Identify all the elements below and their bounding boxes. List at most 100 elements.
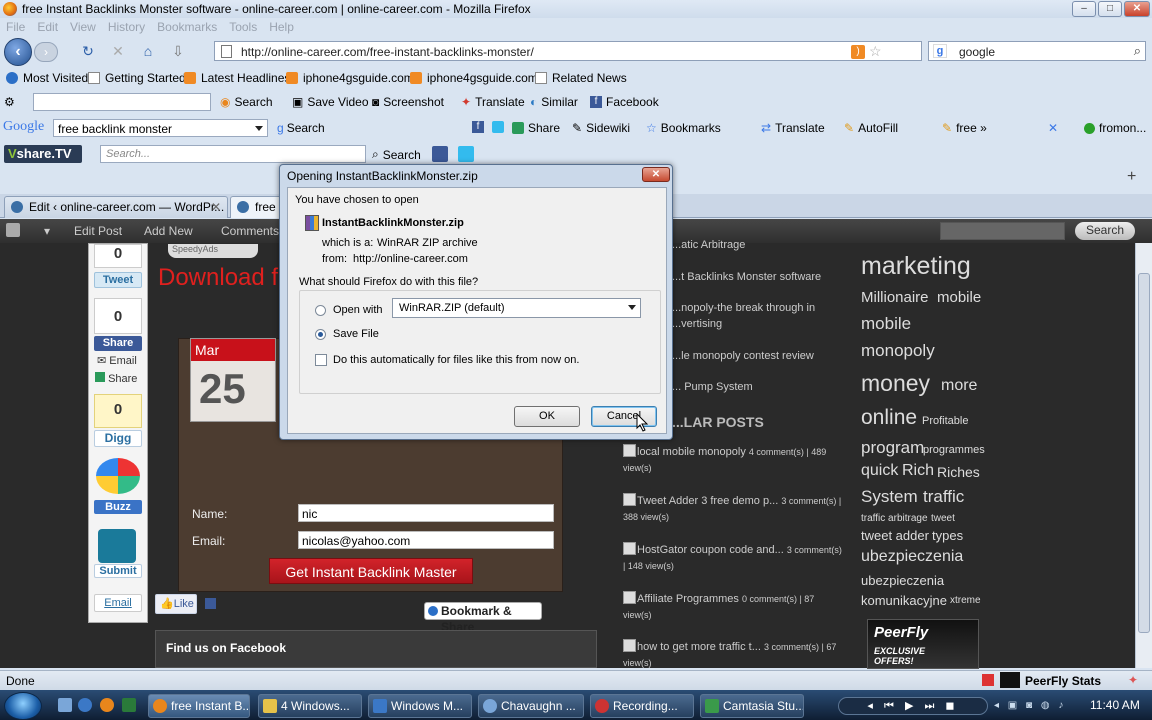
tag-mobile[interactable]: mobile xyxy=(937,289,981,306)
menu-help[interactable]: Help xyxy=(269,20,294,34)
save-file-label[interactable]: Save File xyxy=(333,328,379,340)
facebook-button[interactable]: f Facebook xyxy=(590,95,659,109)
comments-link[interactable]: Comments xyxy=(221,224,279,238)
minimize-button[interactable]: – xyxy=(1072,1,1096,17)
submit-button[interactable]: Submit xyxy=(94,564,142,578)
menu-edit[interactable]: Edit xyxy=(37,20,58,34)
tag-ubezpieczenia[interactable]: ubezpieczenia xyxy=(861,548,963,566)
share-button[interactable]: Share xyxy=(512,121,560,135)
popular-post-3[interactable]: HostGator coupon code and... 3 comment(s… xyxy=(623,542,843,574)
bookmark-iphone4gsguide-2[interactable]: iphone4gsguide.com xyxy=(410,71,538,85)
email-button[interactable]: Email xyxy=(94,594,142,612)
tag-komunikacyjne[interactable]: komunikacyjne xyxy=(861,593,947,608)
new-tab-icon[interactable]: + xyxy=(1127,168,1136,186)
bookmark-getting-started[interactable]: Getting Started xyxy=(88,71,186,85)
edit-post-link[interactable]: Edit Post xyxy=(74,224,122,238)
menu-bookmarks[interactable]: Bookmarks xyxy=(157,20,217,34)
screenshot-button[interactable]: ◙ Screenshot xyxy=(372,95,444,109)
firefox-icon[interactable] xyxy=(100,698,114,712)
media-controls[interactable]: ◂ ⏮ ▶ ⏭ ◼ xyxy=(838,697,988,715)
twitter-icon[interactable] xyxy=(458,146,474,162)
close-button[interactable]: ✕ xyxy=(1124,1,1150,17)
tag-profitable[interactable]: Profitable xyxy=(922,415,968,427)
bookmark-iphone4gsguide-1[interactable]: iphone4gsguide.com xyxy=(286,71,414,85)
tag-traffic[interactable]: traffic xyxy=(923,487,964,507)
facebook-like-button[interactable]: 👍Like xyxy=(155,594,197,614)
search-icon[interactable]: ⌕ xyxy=(1134,43,1141,59)
reload-icon[interactable]: ↻ xyxy=(80,43,96,59)
tag-online[interactable]: online xyxy=(861,406,917,430)
buzz-button[interactable]: Buzz xyxy=(94,500,142,514)
google-icon[interactable]: g xyxy=(933,44,947,58)
google-buzz-icon[interactable] xyxy=(96,458,140,494)
tag-millionaire[interactable]: Millionaire xyxy=(861,289,929,306)
forward-button[interactable]: › xyxy=(34,42,58,62)
email-link[interactable]: ✉ Email xyxy=(97,354,137,367)
scrollbar-thumb[interactable] xyxy=(1138,273,1150,633)
popular-post-1[interactable]: local mobile monopoly 4 comment(s) | 489… xyxy=(623,444,843,476)
addon-icon[interactable]: ✦ xyxy=(1128,673,1138,687)
taskbar-windows-media[interactable]: Windows M... xyxy=(368,694,472,718)
wp-search-button[interactable]: Search xyxy=(1075,222,1135,240)
free-button[interactable]: ✎ free » xyxy=(942,121,987,135)
fromon-button[interactable]: fromon... xyxy=(1084,121,1146,135)
tag-system[interactable]: System xyxy=(861,487,918,507)
tag-ubezpieczenia-2[interactable]: ubezpieczenia xyxy=(861,573,944,588)
bookmark-related-news[interactable]: Related News xyxy=(535,71,627,85)
taskbar-chavaughn[interactable]: Chavaughn ... xyxy=(478,694,584,718)
facebook-icon[interactable] xyxy=(205,598,216,609)
tag-mobile-2[interactable]: mobile xyxy=(861,314,911,334)
tag-traffic-arbitrage[interactable]: traffic arbitrage xyxy=(861,513,928,524)
recent-post-2[interactable]: ...t Backlinks Monster software xyxy=(672,269,821,285)
ie-icon[interactable] xyxy=(78,698,92,712)
tag-more[interactable]: more xyxy=(941,377,977,395)
taskbar-camtasia[interactable]: Camtasia Stu... xyxy=(700,694,804,718)
tag-riches[interactable]: Riches xyxy=(937,464,980,480)
ok-button[interactable]: OK xyxy=(514,406,580,427)
tweet-button[interactable]: Tweet xyxy=(94,272,142,288)
popular-post-4[interactable]: Affiliate Programmes 0 comment(s) | 87 vi… xyxy=(623,591,843,623)
auto-label[interactable]: Do this automatically for files like thi… xyxy=(333,354,579,366)
vshare-search-button[interactable]: ⌕ Search xyxy=(372,147,421,162)
popular-post-2[interactable]: Tweet Adder 3 free demo p... 3 comment(s… xyxy=(623,493,843,525)
auto-checkbox[interactable] xyxy=(315,354,327,366)
chevron-down-icon[interactable]: ▾ xyxy=(44,224,50,238)
menu-file[interactable]: File xyxy=(6,20,25,34)
tab-wordpress-edit[interactable]: Edit ‹ online-career.com — WordPr... ✕ xyxy=(4,196,228,218)
tag-marketing[interactable]: marketing xyxy=(861,252,971,281)
facebook-share-button[interactable]: Share xyxy=(94,336,142,351)
taskbar-recording[interactable]: Recording... xyxy=(590,694,694,718)
name-field[interactable]: nic xyxy=(298,504,554,522)
tray-icons[interactable]: ◂ ▣ ◙ ◍ ♪ xyxy=(994,700,1084,714)
wp-logo-icon[interactable] xyxy=(6,223,20,237)
tag-monopoly[interactable]: monopoly xyxy=(861,341,935,361)
google-translate-button[interactable]: ⇄ Translate xyxy=(761,121,825,135)
tag-quick[interactable]: quick xyxy=(861,462,898,480)
peerfly-stats[interactable]: PeerFly Stats xyxy=(1025,674,1101,688)
clock[interactable]: 11:40 AM xyxy=(1090,698,1140,712)
wrench-icon[interactable]: ✕ xyxy=(1048,121,1058,135)
sidewiki-button[interactable]: ✎ Sidewiki xyxy=(572,121,630,135)
peerfly-icon[interactable] xyxy=(1000,672,1020,688)
recent-post-3[interactable]: ...nopoly-the break through in xyxy=(672,300,815,316)
rss-icon[interactable]: ) xyxy=(851,45,865,59)
tag-program[interactable]: program xyxy=(861,438,924,458)
stumbleupon-icon[interactable] xyxy=(98,529,136,563)
toolbar-gear-icon[interactable]: ⚙ xyxy=(4,95,15,109)
blocked-icon[interactable] xyxy=(982,674,994,686)
tag-money[interactable]: money xyxy=(861,370,930,397)
tag-tweet-adder[interactable]: tweet adder xyxy=(861,528,929,543)
chevron-down-icon[interactable] xyxy=(628,305,636,310)
google-search-input[interactable]: free backlink monster xyxy=(53,119,268,137)
facebook-icon[interactable] xyxy=(432,146,448,162)
share-link[interactable]: Share xyxy=(95,372,137,385)
recent-post-4[interactable]: ...le monopoly contest review xyxy=(672,348,814,364)
email-field[interactable]: nicolas@yahoo.com xyxy=(298,531,554,549)
taskbar-windows-explorer[interactable]: 4 Windows... xyxy=(258,694,362,718)
tag-tweet[interactable]: tweet xyxy=(931,513,955,524)
menu-history[interactable]: History xyxy=(108,20,145,34)
digg-button[interactable]: Digg xyxy=(94,430,142,447)
open-with-label[interactable]: Open with xyxy=(333,304,383,316)
chevron-down-icon[interactable] xyxy=(255,126,263,131)
app-icon[interactable] xyxy=(122,698,136,712)
